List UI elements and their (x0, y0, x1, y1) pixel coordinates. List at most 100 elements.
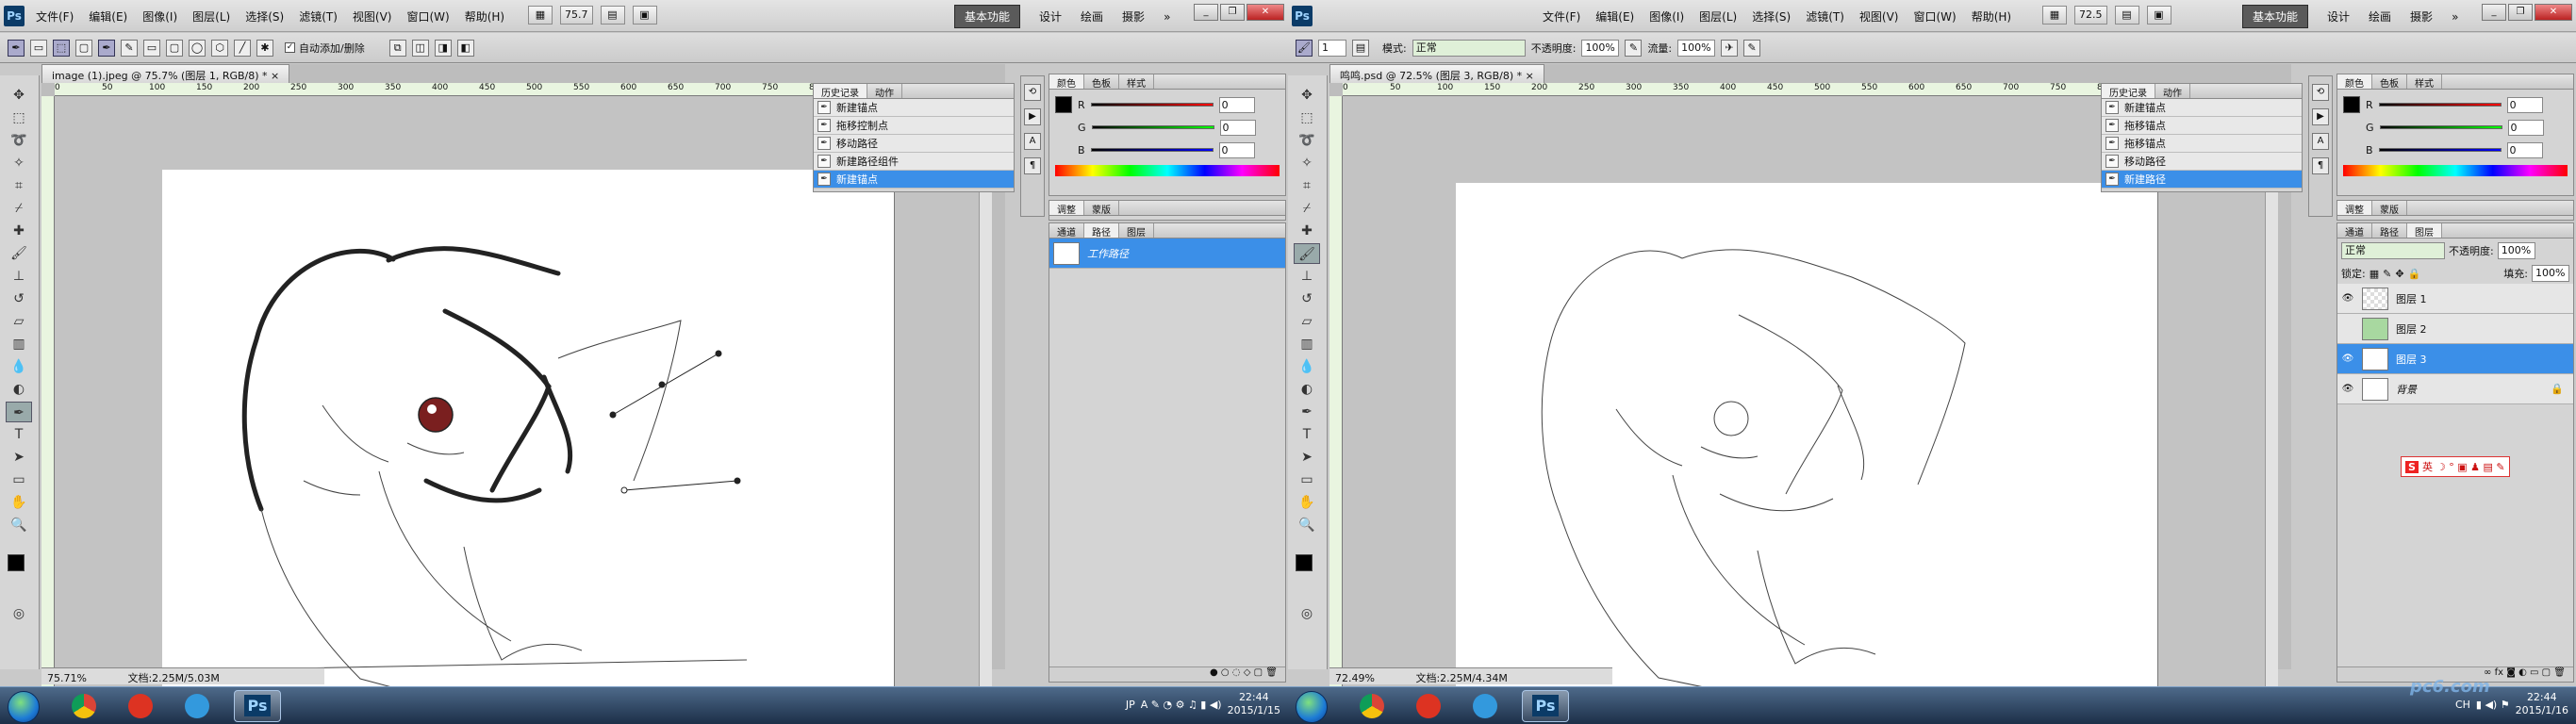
line-icon[interactable]: ╱ (234, 39, 251, 57)
tab-adjustments[interactable]: 调整 (1049, 201, 1084, 216)
paths-mode-icon[interactable]: ⬚ (53, 39, 70, 57)
minimize-button[interactable]: _ (2482, 4, 2506, 21)
brush-tool-icon[interactable]: 🖌 (1294, 243, 1320, 264)
green-value[interactable]: 0 (1219, 119, 1256, 136)
layer-opacity-field[interactable]: 100% (2497, 242, 2535, 259)
red-slider[interactable] (2378, 103, 2502, 107)
green-value[interactable]: 0 (2507, 119, 2544, 136)
history-brush-tool-icon[interactable]: ↺ (6, 288, 32, 309)
lock-all-icon[interactable]: 🔒 (2408, 268, 2421, 280)
chrome-taskbar-icon[interactable] (1348, 690, 1395, 722)
layer-row-selected[interactable]: 👁 图层 3 (2337, 344, 2573, 374)
make-work-path-icon[interactable]: ◇ (1244, 667, 1251, 678)
tab-layers[interactable]: 图层 (2407, 223, 2442, 239)
paragraph-panel-icon[interactable]: ¶ (2312, 157, 2329, 174)
zoom-level-field[interactable]: 75.7 (560, 6, 593, 25)
load-selection-icon[interactable]: ◌ (1232, 667, 1241, 678)
workspace-more[interactable]: » (1164, 10, 1170, 24)
document-tab[interactable]: 鸣鸣.psd @ 72.5% (图层 3, RGB/8) * × (1329, 64, 1544, 83)
tab-channels[interactable]: 通道 (1049, 223, 1084, 239)
path-exclude-icon[interactable]: ◧ (456, 39, 474, 57)
healing-tool-icon[interactable]: ✚ (1294, 221, 1320, 241)
tab-layers[interactable]: 图层 (1119, 223, 1154, 239)
history-item[interactable]: ✒ 新建锚点 (814, 99, 1014, 117)
sogou-ime-toolbar[interactable]: S 英 ☽ ° ▣ ♟ ▤ ✎ (2401, 456, 2510, 477)
tab-styles[interactable]: 样式 (1119, 74, 1154, 90)
arrange-documents-button[interactable]: ▤ (2114, 6, 2139, 25)
eyedropper-tool-icon[interactable]: ⌿ (1294, 198, 1320, 219)
airbrush-icon[interactable]: ✈ (1721, 39, 1739, 57)
workspace-essentials[interactable]: 基本功能 (954, 5, 1021, 28)
auto-add-delete-option[interactable]: ✓ 自动添加/删除 (285, 41, 365, 56)
tab-paths[interactable]: 路径 (2372, 223, 2407, 239)
history-item-selected[interactable]: ✒ 新建锚点 (814, 171, 1014, 189)
close-button[interactable]: ✕ (1247, 4, 1284, 21)
menu-help[interactable]: 帮助(H) (465, 8, 504, 25)
history-item-selected[interactable]: ✒ 新建路径 (2102, 171, 2302, 189)
brush-preset-icon[interactable]: 🖌 (1296, 39, 1313, 57)
input-language[interactable]: CH (2455, 699, 2470, 711)
flow-field[interactable]: 100% (1677, 39, 1716, 57)
foreground-color-swatch[interactable] (1296, 554, 1313, 571)
status-zoom[interactable]: 72.49% (1335, 672, 1375, 684)
new-path-icon[interactable]: ▢ (1254, 667, 1263, 678)
menu-select[interactable]: 选择(S) (1752, 8, 1791, 25)
lock-move-icon[interactable]: ✥ (2395, 268, 2403, 280)
blend-mode-select[interactable]: 正常 (2341, 242, 2445, 259)
move-tool-icon[interactable]: ✥ (1294, 85, 1320, 106)
history-item[interactable]: ✒ 拖移锚点 (2102, 117, 2302, 135)
menu-help[interactable]: 帮助(H) (1972, 8, 2011, 25)
dodge-tool-icon[interactable]: ◐ (6, 379, 32, 400)
path-intersect-icon[interactable]: ◨ (434, 39, 452, 57)
custom-shape-icon[interactable]: ✱ (256, 39, 273, 57)
pressure-size-icon[interactable]: ✎ (1743, 39, 1761, 57)
lasso-tool-icon[interactable]: ➰ (6, 130, 32, 151)
clock[interactable]: 22:44 2015/1/16 (2516, 691, 2568, 717)
status-doc-size[interactable]: 文档:2.25M/4.34M (1415, 672, 1507, 684)
menu-layer[interactable]: 图层(L) (192, 8, 230, 25)
layer-fill-field[interactable]: 100% (2532, 265, 2569, 282)
character-panel-icon[interactable]: A (2312, 133, 2329, 150)
actions-panel-icon[interactable]: ▶ (1024, 108, 1041, 125)
status-doc-size[interactable]: 文档:2.25M/5.03M (127, 672, 219, 684)
delete-layer-icon[interactable]: 🗑 (2553, 667, 2566, 678)
fill-pixels-icon[interactable]: ▢ (75, 39, 92, 57)
marquee-tool-icon[interactable]: ⬚ (1294, 107, 1320, 128)
add-mask-icon[interactable]: ◙ (2506, 667, 2516, 678)
close-tab-icon[interactable]: × (1526, 70, 1534, 82)
tab-history[interactable]: 历史记录 (2102, 84, 2155, 99)
tab-masks[interactable]: 蒙版 (1084, 201, 1119, 216)
history-item[interactable]: ✒ 新建路径组件 (814, 153, 1014, 171)
blue-value[interactable]: 0 (2506, 141, 2543, 158)
tab-styles[interactable]: 样式 (2407, 74, 2442, 90)
crop-tool-icon[interactable]: ⌗ (1294, 175, 1320, 196)
ellipse-icon[interactable]: ◯ (189, 39, 206, 57)
color-swatch[interactable] (1055, 96, 1072, 113)
chrome-taskbar-icon[interactable] (60, 690, 107, 722)
menu-edit[interactable]: 编辑(E) (1595, 8, 1634, 25)
close-tab-icon[interactable]: × (271, 70, 279, 82)
lock-paint-icon[interactable]: ✎ (2383, 268, 2391, 280)
history-item[interactable]: ✒ 移动路径 (2102, 153, 2302, 171)
gradient-tool-icon[interactable]: ▥ (1294, 334, 1320, 354)
stamp-tool-icon[interactable]: ⊥ (6, 266, 32, 287)
workspace-photography[interactable]: 摄影 (2410, 8, 2433, 25)
menu-view[interactable]: 视图(V) (1859, 8, 1899, 25)
stroke-path-icon[interactable]: ○ (1221, 667, 1230, 678)
history-panel-icon[interactable]: ⟲ (1024, 84, 1041, 101)
eraser-tool-icon[interactable]: ▱ (1294, 311, 1320, 332)
workspace-photography[interactable]: 摄影 (1122, 8, 1145, 25)
pen-tool-icon[interactable]: ✒ (1294, 402, 1320, 422)
pen-icon[interactable]: ✒ (98, 39, 115, 57)
hand-tool-icon[interactable]: ✋ (1294, 492, 1320, 513)
color-spectrum[interactable] (1055, 165, 1280, 176)
zoom-tool-icon[interactable]: 🔍 (1294, 515, 1320, 535)
history-brush-tool-icon[interactable]: ↺ (1294, 288, 1320, 309)
path-select-tool-icon[interactable]: ➤ (6, 447, 32, 468)
color-swatch[interactable] (2343, 96, 2360, 113)
lock-transparent-icon[interactable]: ▦ (2370, 268, 2379, 280)
blur-tool-icon[interactable]: 💧 (6, 356, 32, 377)
menu-select[interactable]: 选择(S) (245, 8, 284, 25)
path-select-tool-icon[interactable]: ➤ (1294, 447, 1320, 468)
explorer-taskbar-icon[interactable] (173, 690, 221, 722)
